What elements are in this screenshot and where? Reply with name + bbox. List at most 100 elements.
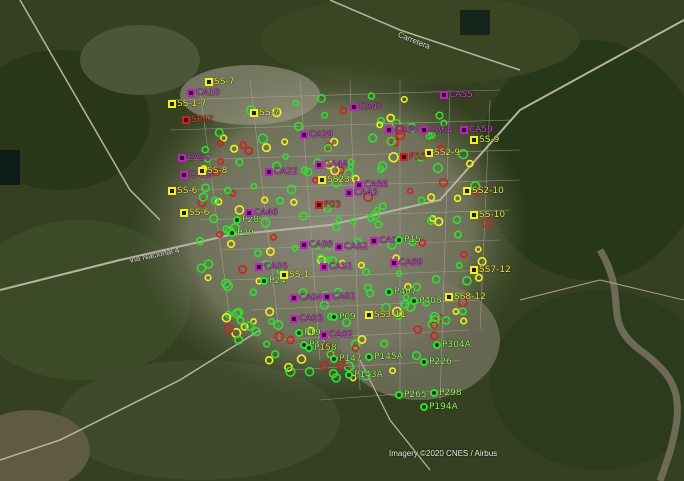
map-marker[interactable]: CA59: [460, 125, 493, 136]
map-marker[interactable]: SS2-10: [463, 186, 504, 197]
marker-icon: [420, 403, 428, 411]
marker-label: CA47: [359, 102, 383, 112]
marker-icon: [370, 237, 378, 245]
satellite-map[interactable]: Via Nacional 4 Carretera SS-7 CA10 SS-1-7 S…: [0, 0, 684, 481]
marker-label: P226: [429, 357, 452, 367]
map-marker[interactable]: CA04: [290, 293, 323, 304]
marker-icon: [395, 391, 403, 399]
marker-icon: [470, 211, 478, 219]
map-marker[interactable]: CA02: [320, 330, 353, 341]
marker-icon: [440, 91, 448, 99]
marker-label: P29: [237, 228, 254, 238]
map-marker[interactable]: P265: [395, 390, 427, 401]
marker-icon: [395, 236, 403, 244]
map-marker[interactable]: CA22: [265, 167, 298, 178]
marker-icon: [350, 103, 358, 111]
marker-icon: [330, 355, 338, 363]
marker-icon: [198, 167, 206, 175]
marker-icon: [420, 126, 428, 134]
map-marker[interactable]: SS-1-7: [168, 99, 206, 110]
map-marker[interactable]: P304A: [433, 340, 471, 351]
map-marker[interactable]: CA08: [300, 240, 333, 251]
marker-label: SS-8: [207, 166, 228, 176]
map-marker[interactable]: P143A: [345, 370, 383, 381]
map-marker[interactable]: P29: [228, 228, 254, 239]
map-marker[interactable]: SS3-11: [365, 310, 406, 321]
map-marker[interactable]: CA01: [323, 292, 356, 303]
marker-icon: [345, 371, 353, 379]
marker-label: CA22: [274, 167, 298, 177]
map-marker[interactable]: P147: [330, 354, 362, 365]
map-marker[interactable]: P145A: [365, 352, 403, 363]
marker-icon: [315, 201, 323, 209]
map-marker[interactable]: SS-6: [180, 208, 209, 219]
map-marker[interactable]: P19: [295, 328, 321, 339]
marker-label: P408: [419, 296, 442, 306]
marker-icon: [182, 116, 190, 124]
marker-icon: [168, 100, 176, 108]
marker-icon: [233, 216, 241, 224]
marker-label: SS-7: [259, 108, 280, 118]
marker-label: SS-7: [214, 77, 235, 87]
map-marker[interactable]: CA62: [335, 242, 368, 253]
map-marker[interactable]: SS-10: [470, 210, 505, 221]
map-marker[interactable]: P35: [400, 152, 426, 163]
marker-icon: [425, 149, 433, 157]
marker-icon: [305, 344, 313, 352]
map-marker[interactable]: SS-6: [168, 186, 197, 197]
map-marker[interactable]: CA10: [187, 88, 220, 99]
map-marker[interactable]: P408: [410, 296, 442, 307]
marker-label: P19: [304, 328, 321, 338]
marker-label: P03: [324, 200, 341, 210]
map-marker[interactable]: CA61: [320, 262, 353, 273]
map-marker[interactable]: CA69: [390, 258, 423, 269]
map-marker[interactable]: P03: [315, 200, 341, 211]
marker-label: SS-10: [479, 210, 506, 220]
map-marker[interactable]: SS-7: [205, 77, 234, 88]
marker-icon: [330, 313, 338, 321]
marker-icon: [385, 288, 393, 296]
map-marker[interactable]: SS8-12: [445, 292, 486, 303]
map-marker[interactable]: P15: [395, 235, 421, 246]
marker-icon: [255, 263, 263, 271]
map-marker[interactable]: CA30: [178, 153, 211, 164]
marker-icon: [290, 294, 298, 302]
map-marker[interactable]: P226: [420, 357, 452, 368]
marker-label: P194A: [429, 402, 458, 412]
marker-label: P147: [339, 354, 362, 364]
map-marker[interactable]: CA55: [440, 90, 473, 101]
map-marker[interactable]: P09: [330, 312, 356, 323]
marker-label: CA64: [394, 125, 418, 135]
map-marker[interactable]: P158: [305, 343, 337, 354]
map-marker[interactable]: CA66: [355, 180, 388, 191]
map-marker[interactable]: CA44: [315, 160, 348, 171]
marker-label: CA66: [364, 180, 388, 190]
map-marker[interactable]: SS-1: [280, 270, 309, 281]
marker-label: SS-6: [189, 208, 210, 218]
map-marker[interactable]: CA61: [420, 125, 453, 136]
marker-label: CA69: [399, 258, 423, 268]
map-marker[interactable]: CA29: [300, 130, 333, 141]
map-marker[interactable]: SS2-9: [425, 148, 460, 159]
marker-label: P304A: [442, 340, 471, 350]
map-marker[interactable]: P194A: [420, 402, 458, 413]
marker-icon: [385, 126, 393, 134]
marker-icon: [323, 293, 331, 301]
map-marker[interactable]: SS-8: [198, 166, 227, 177]
marker-label: SS7-12: [479, 265, 511, 275]
map-marker[interactable]: CA46: [245, 208, 278, 219]
map-marker[interactable]: SS-9: [470, 135, 499, 146]
marker-label: CA29: [309, 130, 333, 140]
map-marker[interactable]: SP07: [182, 115, 214, 126]
marker-icon: [410, 297, 418, 305]
map-marker[interactable]: SS23: [318, 175, 350, 186]
map-marker[interactable]: SS-7: [250, 108, 279, 119]
map-marker[interactable]: CA03: [290, 314, 323, 325]
marker-label: CA01: [332, 292, 356, 302]
map-marker[interactable]: SS7-12: [470, 265, 511, 276]
marker-label: CA61: [429, 125, 453, 135]
map-marker[interactable]: CA64: [385, 125, 418, 136]
map-marker[interactable]: CA47: [350, 102, 383, 113]
marker-icon: [260, 277, 268, 285]
map-marker[interactable]: P298: [430, 388, 462, 399]
